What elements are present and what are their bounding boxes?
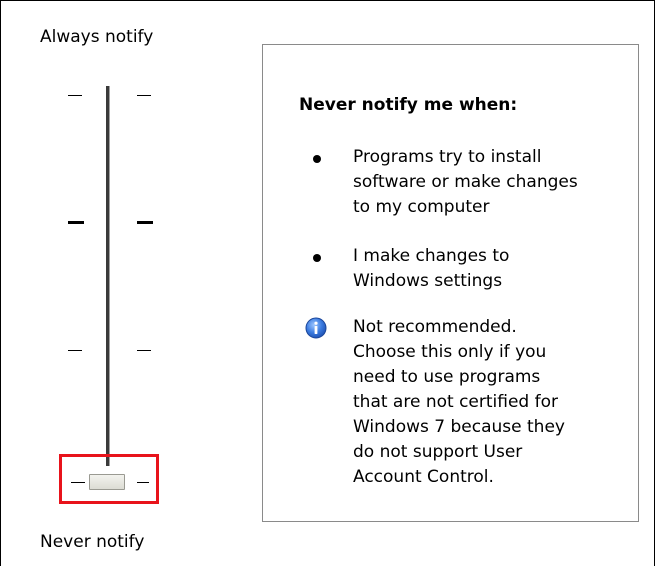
bullet-icon <box>313 254 321 262</box>
slider-track[interactable] <box>106 86 110 466</box>
always-notify-label: Always notify <box>40 27 154 47</box>
never-notify-label: Never notify <box>40 532 145 552</box>
slider-tick <box>68 350 82 351</box>
bullet-text: I make changes to Windows settings <box>353 246 510 291</box>
info-icon <box>305 317 327 339</box>
info-text: Not recommended. Choose this only if you… <box>353 317 565 487</box>
slider-tick <box>137 95 151 96</box>
slider-thumb-highlight <box>59 454 159 504</box>
slider-tick <box>137 221 153 224</box>
description-panel: Never notify me when: Programs try to in… <box>262 44 639 522</box>
bullet-icon <box>313 155 321 163</box>
bullet-text: Programs try to install software or make… <box>353 147 578 217</box>
panel-title: Never notify me when: <box>299 95 518 115</box>
slider-tick <box>68 221 84 224</box>
slider-tick <box>68 95 82 96</box>
slider-tick <box>137 350 151 351</box>
